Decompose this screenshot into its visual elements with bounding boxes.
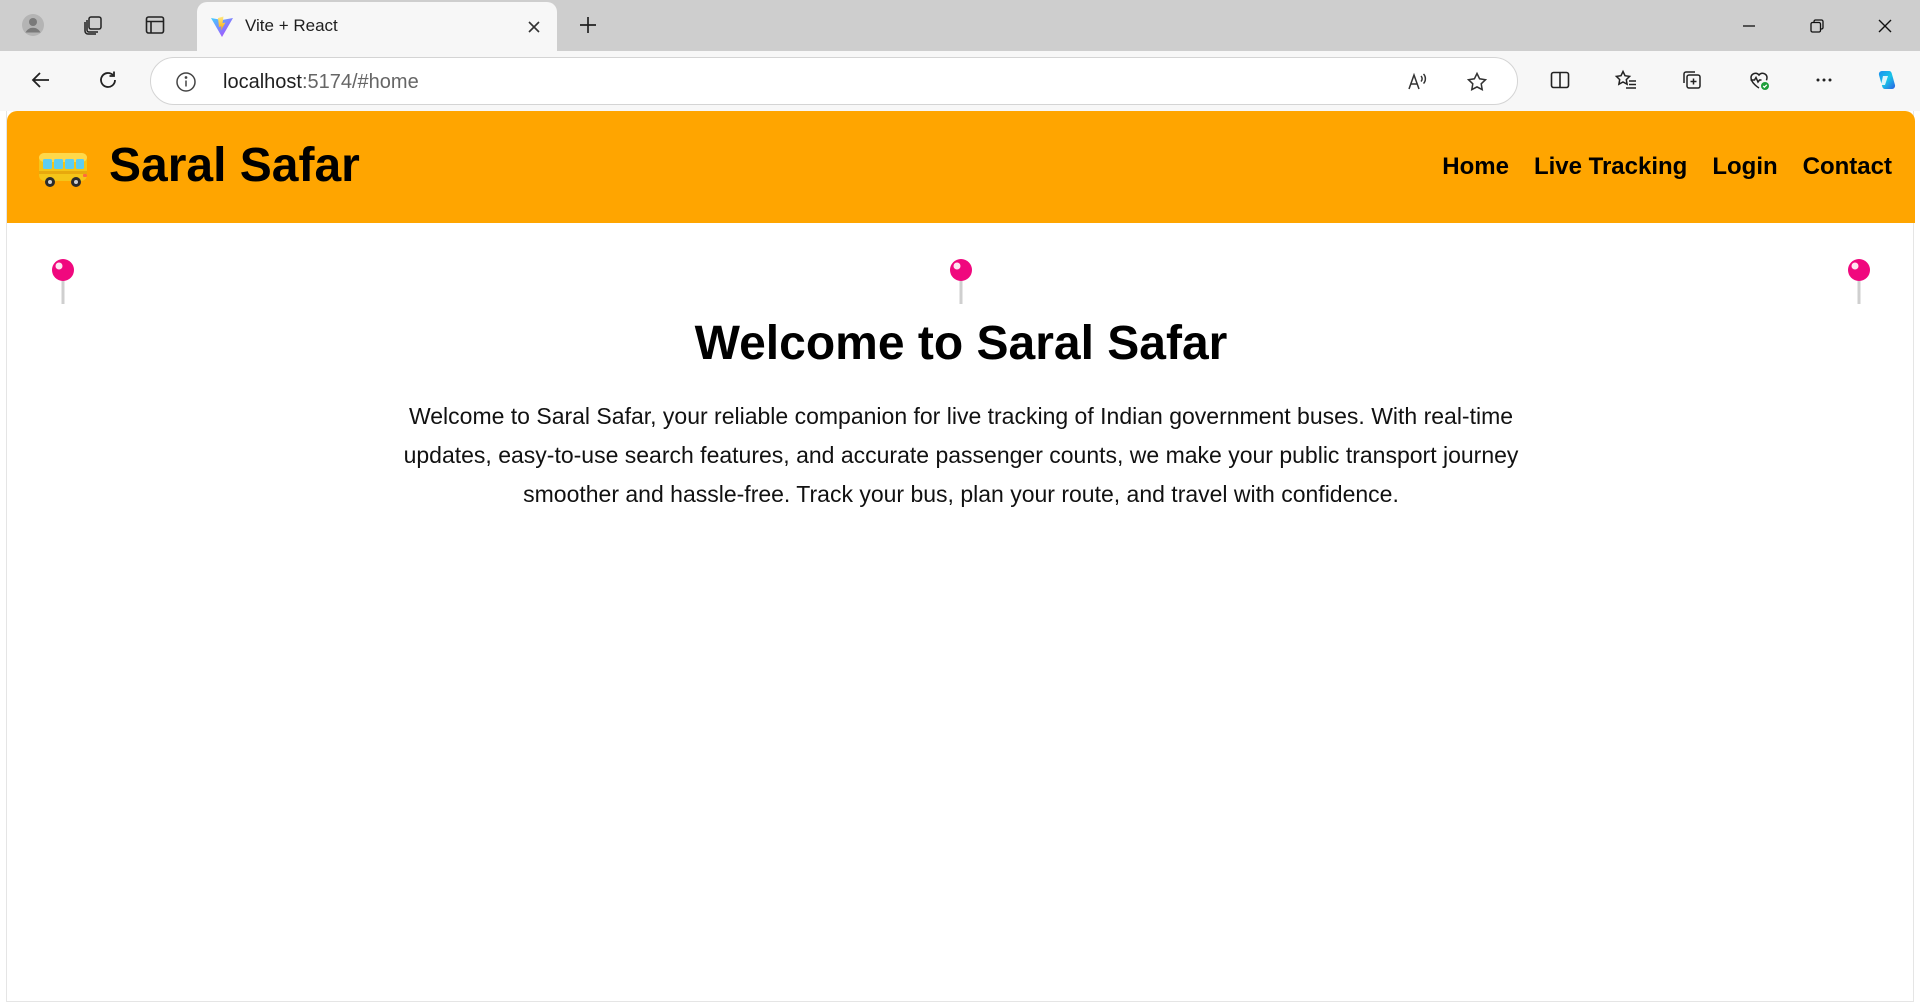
- collections-button[interactable]: [1672, 60, 1712, 100]
- heart-pulse-icon: [1750, 72, 1769, 90]
- add-favorite-button[interactable]: [1457, 62, 1497, 102]
- close-icon: [528, 21, 540, 33]
- restore-button[interactable]: [1782, 0, 1852, 51]
- read-aloud-icon: [1408, 72, 1427, 90]
- bus-icon: [39, 153, 87, 187]
- minimize-icon: [1743, 24, 1755, 27]
- read-aloud-button[interactable]: [1398, 62, 1438, 102]
- main-nav: Home Live Tracking Login Contact: [1442, 153, 1892, 181]
- window-close-button[interactable]: [1850, 0, 1920, 51]
- close-icon: [1878, 19, 1892, 32]
- nav-link-home[interactable]: Home: [1442, 153, 1509, 181]
- hero-description: Welcome to Saral Safar, your reliable co…: [403, 403, 1519, 507]
- url-path: :5174/#home: [301, 71, 419, 93]
- site-info-button[interactable]: [173, 69, 199, 95]
- new-tab-button[interactable]: [568, 5, 608, 45]
- address-url[interactable]: localhost:5174/#home: [223, 71, 419, 94]
- reload-button[interactable]: [88, 60, 128, 100]
- browser-tabstrip: Vite + React: [0, 0, 1920, 51]
- tab-close-button[interactable]: [519, 12, 549, 42]
- copilot-icon: [1878, 71, 1896, 89]
- ellipsis-icon: [1816, 78, 1832, 82]
- more-button[interactable]: [1804, 60, 1844, 100]
- favorites-icon: [1614, 69, 1636, 89]
- vite-logo-icon: [211, 16, 233, 37]
- site-header: Saral Safar Home Live Tracking Login Con…: [7, 111, 1915, 223]
- url-host: localhost: [223, 71, 302, 93]
- nav-link-contact[interactable]: Contact: [1803, 153, 1892, 181]
- plus-icon: [580, 17, 596, 33]
- collections-icon: [1683, 71, 1701, 89]
- workspaces-button[interactable]: [73, 5, 113, 45]
- nav-link-live-tracking[interactable]: Live Tracking: [1534, 153, 1687, 181]
- back-button[interactable]: [21, 60, 61, 100]
- nav-link-login[interactable]: Login: [1712, 153, 1777, 181]
- site-title: Saral Safar: [109, 139, 360, 192]
- pushpin-icon: [1848, 259, 1870, 304]
- split-screen-button[interactable]: [1540, 60, 1580, 100]
- restore-icon: [1810, 18, 1824, 33]
- profile-icon: [22, 14, 44, 36]
- profile-button[interactable]: [13, 5, 53, 45]
- info-icon: [176, 72, 196, 92]
- hero-title: Welcome to Saral Safar: [694, 317, 1228, 370]
- copilot-button[interactable]: [1866, 60, 1906, 100]
- active-tab[interactable]: Vite + React: [197, 2, 557, 51]
- tab-actions-icon: [145, 16, 165, 34]
- star-icon: [1466, 71, 1488, 91]
- address-bar[interactable]: localhost:5174/#home: [150, 57, 1518, 105]
- tab-actions-button[interactable]: [135, 5, 175, 45]
- reload-icon: [100, 71, 116, 88]
- favorites-button[interactable]: [1606, 60, 1646, 100]
- pushpin-icon: [52, 259, 74, 304]
- pushpin-icon: [950, 259, 972, 304]
- browser-essentials-button[interactable]: [1739, 60, 1779, 100]
- back-arrow-icon: [31, 72, 49, 88]
- tab-title: Vite + React: [245, 16, 338, 35]
- minimize-button[interactable]: [1714, 0, 1784, 51]
- browser-toolbar: localhost:5174/#home: [0, 51, 1920, 111]
- page-viewport: Saral Safar Home Live Tracking Login Con…: [6, 111, 1915, 1002]
- split-screen-icon: [1550, 71, 1570, 89]
- workspaces-icon: [84, 16, 102, 35]
